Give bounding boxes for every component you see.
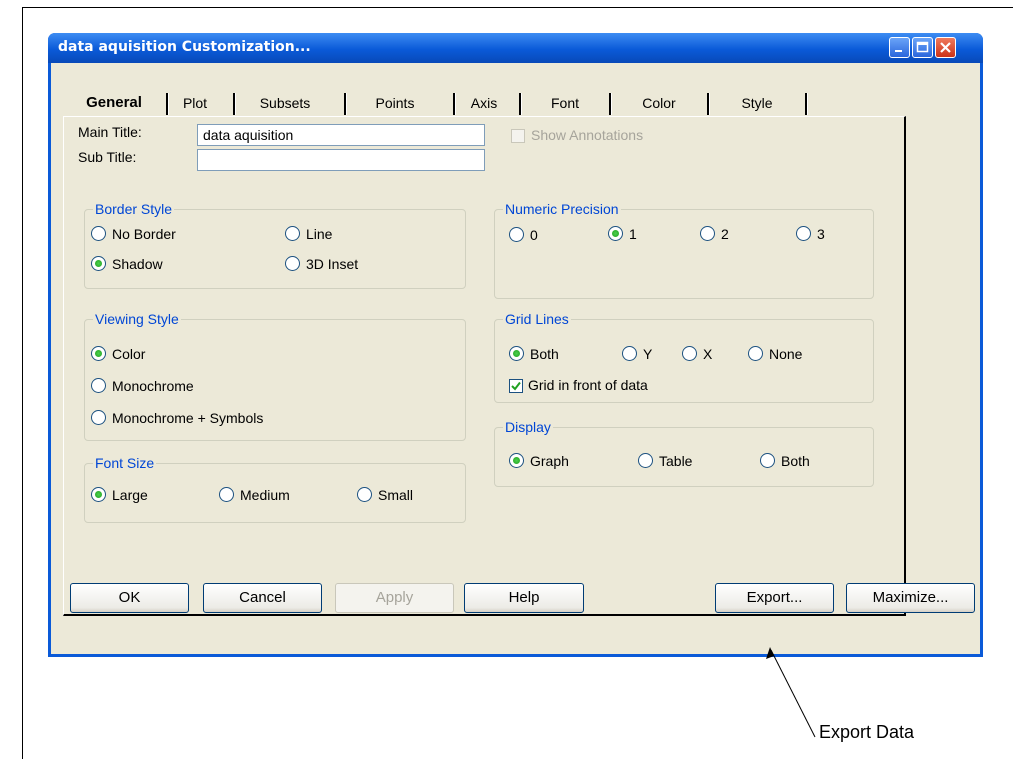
callout-arrow-icon xyxy=(766,647,816,738)
export-data-annotation: Export Data xyxy=(819,722,915,742)
